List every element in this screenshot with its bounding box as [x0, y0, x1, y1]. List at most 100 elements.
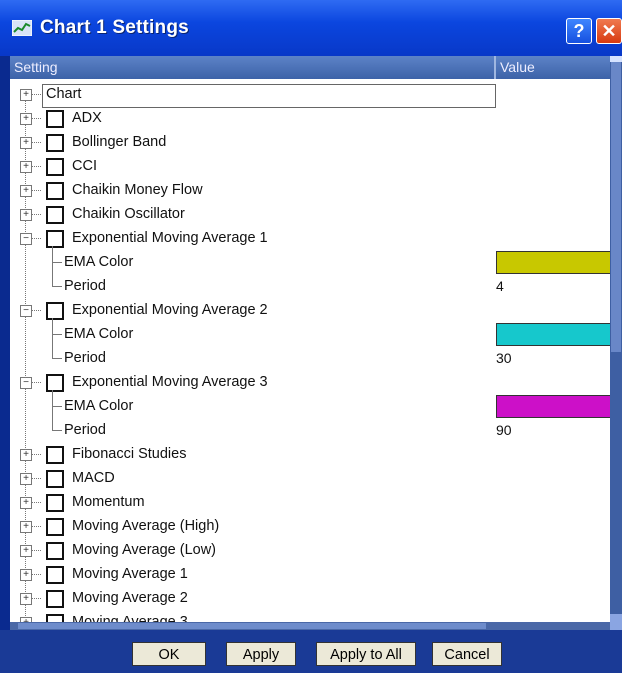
tree-branch	[31, 454, 41, 455]
tree-branch	[31, 598, 41, 599]
ema-1-color-swatch[interactable]	[496, 251, 618, 274]
title-bar[interactable]: Chart 1 Settings ? ✕	[0, 0, 622, 56]
tree-branch	[52, 406, 62, 407]
tree-item-ema-1-period[interactable]: Period 4	[10, 276, 610, 299]
expand-icon[interactable]: +	[20, 185, 32, 197]
checkbox[interactable]	[46, 302, 64, 320]
expand-icon[interactable]: +	[20, 593, 32, 605]
horizontal-scroll-thumb[interactable]	[18, 623, 486, 629]
tree-item-momentum[interactable]: + Momentum	[10, 492, 610, 515]
close-button[interactable]: ✕	[596, 18, 622, 44]
tree-branch	[31, 502, 41, 503]
tree-branch	[52, 286, 62, 287]
tree-branch	[31, 310, 41, 311]
checkbox[interactable]	[46, 590, 64, 608]
value-column-header[interactable]: Value	[500, 59, 535, 75]
tree-item-ema-3-period[interactable]: Period 90	[10, 420, 610, 443]
checkbox[interactable]	[46, 446, 64, 464]
tree-label: Period	[64, 422, 106, 438]
checkbox[interactable]	[46, 566, 64, 584]
scroll-down-arrow[interactable]	[610, 614, 622, 630]
checkbox[interactable]	[46, 518, 64, 536]
vertical-scrollbar[interactable]	[610, 56, 622, 630]
tree-item-ma-low[interactable]: + Moving Average (Low)	[10, 540, 610, 563]
expand-icon[interactable]: +	[20, 449, 32, 461]
tree-item-adx[interactable]: + ADX	[10, 108, 610, 131]
tree-item-ma-1[interactable]: + Moving Average 1	[10, 564, 610, 587]
expand-icon[interactable]: +	[20, 137, 32, 149]
tree-item-ema-1[interactable]: − Exponential Moving Average 1	[10, 228, 610, 251]
tree-item-ema-3[interactable]: − Exponential Moving Average 3	[10, 372, 610, 395]
tree-item-chaikin-money-flow[interactable]: + Chaikin Money Flow	[10, 180, 610, 203]
apply-button[interactable]: Apply	[226, 642, 296, 666]
collapse-icon[interactable]: −	[20, 305, 32, 317]
settings-grid: Setting Value + Chart + ADX + Bollinger …	[10, 56, 622, 630]
tree-label: Fibonacci Studies	[72, 446, 187, 462]
tree-item-ma-high[interactable]: + Moving Average (High)	[10, 516, 610, 539]
apply-to-all-button[interactable]: Apply to All	[316, 642, 416, 666]
ema-2-color-swatch[interactable]	[496, 323, 618, 346]
ema-1-period-value[interactable]: 4	[496, 278, 504, 294]
checkbox[interactable]	[46, 542, 64, 560]
setting-column-header[interactable]: Setting	[14, 59, 58, 75]
chart-app-icon	[12, 20, 32, 36]
checkbox[interactable]	[46, 614, 64, 622]
tree-branch	[31, 526, 41, 527]
expand-icon[interactable]: +	[20, 89, 32, 101]
tree-item-ema-1-color[interactable]: EMA Color	[10, 251, 618, 275]
expand-icon[interactable]: +	[20, 521, 32, 533]
tree-item-cci[interactable]: + CCI	[10, 156, 610, 179]
checkbox[interactable]	[46, 206, 64, 224]
expand-icon[interactable]: +	[20, 209, 32, 221]
collapse-icon[interactable]: −	[20, 377, 32, 389]
tree-branch	[31, 118, 41, 119]
checkbox[interactable]	[46, 494, 64, 512]
collapse-icon[interactable]: −	[20, 233, 32, 245]
tree-item-chart[interactable]: + Chart	[10, 84, 610, 108]
checkbox[interactable]	[46, 470, 64, 488]
ema-2-period-value[interactable]: 30	[496, 350, 512, 366]
expand-icon[interactable]: +	[20, 161, 32, 173]
column-divider[interactable]	[494, 56, 496, 79]
tree-label: Momentum	[72, 494, 145, 510]
checkbox[interactable]	[46, 182, 64, 200]
tree-label: EMA Color	[64, 398, 134, 414]
tree-item-macd[interactable]: + MACD	[10, 468, 610, 491]
checkbox[interactable]	[46, 230, 64, 248]
expand-icon[interactable]: +	[20, 569, 32, 581]
tree-item-ma-3[interactable]: + Moving Average 3	[10, 612, 610, 622]
expand-icon[interactable]: +	[20, 473, 32, 485]
tree-item-ma-2[interactable]: + Moving Average 2	[10, 588, 610, 611]
tree-label: EMA Color	[64, 254, 134, 270]
help-button[interactable]: ?	[566, 18, 592, 44]
expand-icon[interactable]: +	[20, 545, 32, 557]
checkbox[interactable]	[46, 158, 64, 176]
column-header: Setting Value	[10, 56, 610, 79]
tree-branch	[52, 334, 62, 335]
tree-item-fibonacci[interactable]: + Fibonacci Studies	[10, 444, 610, 467]
tree-item-ema-2[interactable]: − Exponential Moving Average 2	[10, 300, 610, 323]
tree-branch	[31, 550, 41, 551]
tree-label: Moving Average (High)	[72, 518, 220, 534]
checkbox[interactable]	[46, 110, 64, 128]
scroll-thumb[interactable]	[611, 62, 621, 352]
checkbox[interactable]	[46, 374, 64, 392]
tree-item-bollinger[interactable]: + Bollinger Band	[10, 132, 610, 155]
cancel-button[interactable]: Cancel	[432, 642, 502, 666]
tree-label: Chaikin Oscillator	[72, 206, 185, 222]
tree-item-ema-2-color[interactable]: EMA Color	[10, 323, 618, 347]
tree-item-ema-3-color[interactable]: EMA Color	[10, 395, 618, 419]
ok-button[interactable]: OK	[132, 642, 206, 666]
expand-icon[interactable]: +	[20, 497, 32, 509]
expand-icon[interactable]: +	[20, 113, 32, 125]
tree-label: Moving Average (Low)	[72, 542, 217, 558]
tree-item-ema-2-period[interactable]: Period 30	[10, 348, 610, 371]
tree-item-chaikin-oscillator[interactable]: + Chaikin Oscillator	[10, 204, 610, 227]
ema-3-color-swatch[interactable]	[496, 395, 618, 418]
tree-branch	[31, 94, 41, 95]
checkbox[interactable]	[46, 134, 64, 152]
tree-branch	[52, 358, 62, 359]
settings-window: Chart 1 Settings ? ✕ Setting Value + Cha…	[0, 0, 622, 673]
ema-3-period-value[interactable]: 90	[496, 422, 512, 438]
horizontal-scrollbar[interactable]	[10, 622, 610, 630]
